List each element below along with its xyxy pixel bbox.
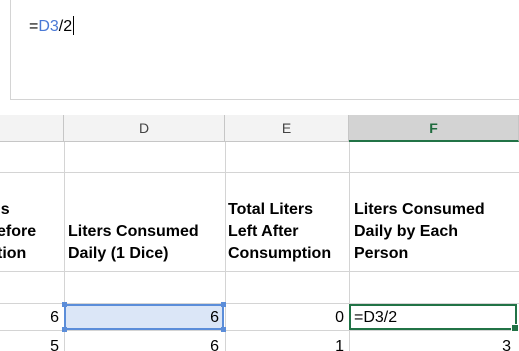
- column-header-e[interactable]: E: [225, 115, 349, 142]
- row-divider: [0, 271, 519, 272]
- cell-c2-line3: tion: [0, 245, 27, 262]
- cell-e2-line3: Consumption: [228, 245, 332, 262]
- formula-cell-reference: D3: [38, 18, 59, 35]
- cell-e4[interactable]: 1: [225, 331, 344, 351]
- cell-c3[interactable]: 6: [0, 302, 59, 334]
- gap: [0, 100, 519, 115]
- cell-f3-formula[interactable]: =D3/2: [354, 302, 514, 334]
- formula-bar-input[interactable]: =D3/2: [10, 0, 519, 100]
- cell-f2-line3: Person: [354, 245, 409, 262]
- formula-suffix: /2: [58, 18, 73, 35]
- formula-prefix: =: [29, 18, 39, 35]
- cell-c4[interactable]: 5: [0, 331, 59, 351]
- row-divider: [0, 172, 519, 173]
- cell-f4[interactable]: 3: [349, 331, 511, 351]
- cell-e3[interactable]: 0: [225, 302, 344, 334]
- column-header-c[interactable]: [0, 115, 64, 142]
- spreadsheet-grid[interactable]: D E F 's efore tion Liters Consumed Dail…: [0, 115, 519, 351]
- formula-text[interactable]: =D3/2: [29, 16, 75, 36]
- cell-d3[interactable]: 6: [64, 302, 219, 334]
- column-header-row: D E F: [0, 115, 519, 142]
- cell-d4[interactable]: 6: [64, 331, 219, 351]
- text-caret: [73, 16, 75, 35]
- cell-d2-line3: Daily (1 Dice): [68, 245, 169, 262]
- column-header-f[interactable]: F: [349, 115, 519, 142]
- column-header-d[interactable]: D: [64, 115, 225, 142]
